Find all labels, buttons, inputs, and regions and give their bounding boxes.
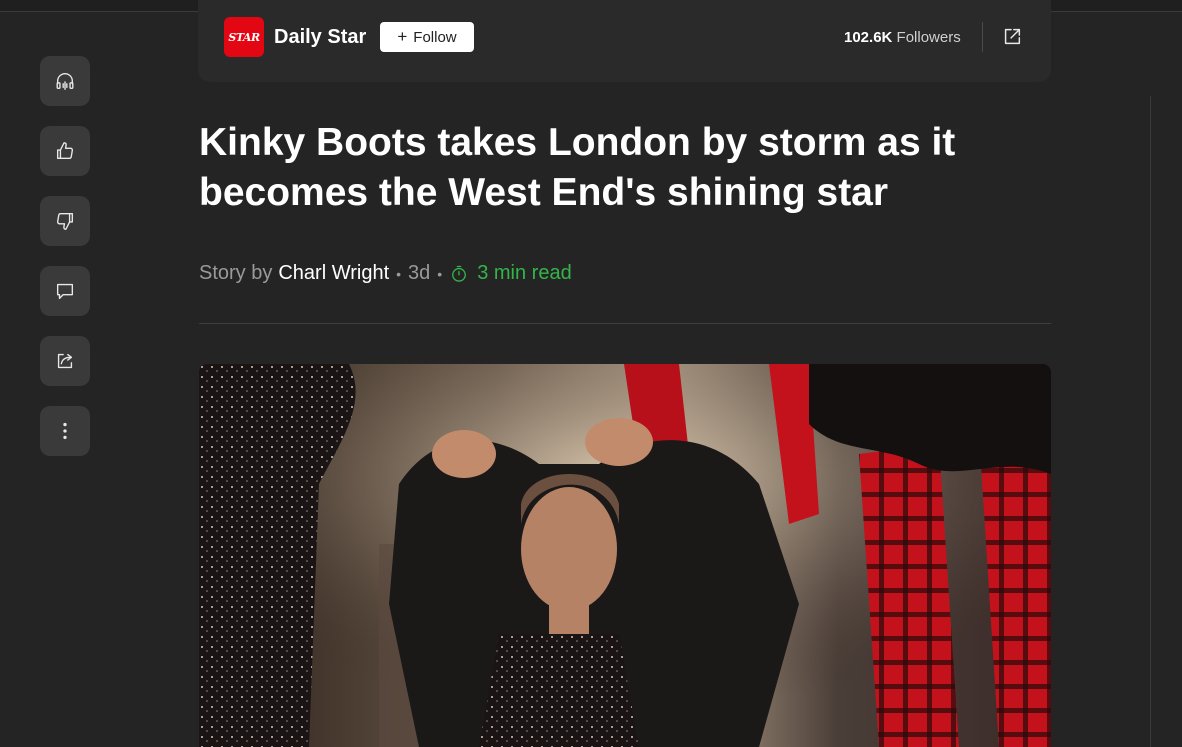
hero-image[interactable] [199, 364, 1051, 747]
hero-photo-illustration [199, 364, 1051, 747]
external-link-icon[interactable] [1001, 26, 1023, 48]
followers-number: 102.6K [844, 29, 893, 46]
separator-dot: • [437, 265, 443, 282]
listen-button[interactable] [40, 56, 90, 106]
byline: Story by Charl Wright • 3d • 3 min read [199, 262, 572, 285]
comment-icon [56, 283, 74, 300]
article-headline: Kinky Boots takes London by storm as it … [199, 121, 956, 214]
right-divider [1150, 96, 1151, 747]
comment-button[interactable] [40, 266, 90, 316]
like-button[interactable] [40, 126, 90, 176]
followers-label: Followers [896, 29, 961, 46]
follow-button[interactable]: + Follow [380, 22, 474, 52]
byline-prefix: Story by [199, 262, 273, 284]
article-age: 3d [408, 262, 431, 284]
more-icon [63, 422, 67, 440]
dislike-button[interactable] [40, 196, 90, 246]
timer-icon [452, 265, 467, 282]
more-options-button[interactable] [40, 406, 90, 456]
plus-icon: + [397, 27, 408, 46]
headphones-icon [56, 73, 74, 90]
share-icon [57, 353, 73, 369]
publisher-name[interactable]: Daily Star [274, 26, 366, 49]
share-button[interactable] [40, 336, 90, 386]
thumbs-down-icon [56, 212, 74, 230]
header-divider [199, 323, 1051, 324]
publisher-logo[interactable]: STAR [224, 17, 264, 57]
thumbs-up-icon [56, 142, 74, 160]
followers-count: 102.6K Followers [844, 29, 961, 46]
publisher-divider [982, 22, 983, 52]
publisher-bar: STAR Daily Star + Follow 102.6K Follower… [198, 0, 1051, 82]
separator-dot: • [396, 265, 402, 282]
action-rail [40, 56, 90, 476]
author-link[interactable]: Charl Wright [278, 262, 389, 285]
follow-label: Follow [413, 28, 457, 46]
read-time: 3 min read [477, 262, 572, 284]
